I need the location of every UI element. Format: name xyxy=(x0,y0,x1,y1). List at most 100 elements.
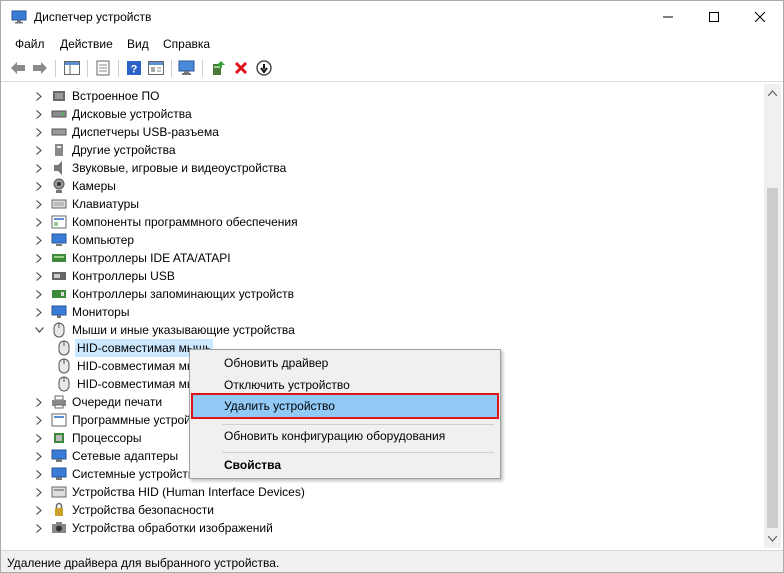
chevron-right-icon[interactable] xyxy=(34,429,44,447)
chevron-right-icon[interactable] xyxy=(34,141,44,159)
tree-item-label: Встроенное ПО xyxy=(72,89,160,103)
chevron-right-icon[interactable] xyxy=(34,483,44,501)
tree-category-row[interactable]: Системные устройства xyxy=(34,465,201,483)
tree-category-row[interactable]: Сетевые адаптеры xyxy=(34,447,178,465)
maximize-button[interactable] xyxy=(691,1,737,33)
tree-category-row[interactable]: Устройства HID (Human Interface Devices) xyxy=(34,483,305,501)
tree-category-row[interactable]: Компоненты программного обеспечения xyxy=(34,213,298,231)
network-adapter-icon xyxy=(51,448,67,464)
chevron-right-icon[interactable] xyxy=(34,123,44,141)
properties-button[interactable] xyxy=(93,59,113,77)
computer-icon xyxy=(51,232,67,248)
ctx-uninstall-device[interactable]: Удалить устройство xyxy=(191,393,499,419)
menu-help[interactable]: Справка xyxy=(163,37,210,51)
tree-category-row[interactable]: Устройства обработки изображений xyxy=(34,519,273,537)
tree-category-row[interactable]: Звуковые, игровые и видеоустройства xyxy=(34,159,286,177)
chevron-right-icon[interactable] xyxy=(34,303,44,321)
tree-item-label: Системные устройства xyxy=(72,467,201,481)
sound-icon xyxy=(51,160,67,176)
tree-category-row[interactable]: Процессоры xyxy=(34,429,142,447)
system-device-icon xyxy=(51,466,67,482)
tree-item-label: Мониторы xyxy=(72,305,130,319)
svg-text:?: ? xyxy=(131,64,138,76)
chevron-right-icon[interactable] xyxy=(34,447,44,465)
chevron-right-icon[interactable] xyxy=(34,411,44,429)
view-button[interactable] xyxy=(146,59,166,77)
tree-category-row[interactable]: Устройства безопасности xyxy=(34,501,214,519)
minimize-icon xyxy=(663,16,673,18)
menu-action[interactable]: Действие xyxy=(60,37,113,51)
tree-category-row[interactable]: Мониторы xyxy=(34,303,129,321)
title-bar[interactable]: Диспетчер устройств xyxy=(1,1,783,33)
uninstall-device-icon xyxy=(234,61,248,75)
chevron-right-icon[interactable] xyxy=(34,231,44,249)
ctx-update-driver[interactable]: Обновить драйвер xyxy=(192,352,498,374)
back-button[interactable] xyxy=(8,59,28,77)
tree-category-row[interactable]: Контроллеры запоминающих устройств xyxy=(34,285,294,303)
tree-category-row[interactable]: Диспетчеры USB-разъема xyxy=(34,123,219,141)
chevron-down-icon[interactable] xyxy=(34,321,44,339)
chevron-right-icon[interactable] xyxy=(34,249,44,267)
console-tree-button[interactable] xyxy=(62,59,82,77)
tree-category-row[interactable]: Встроенное ПО xyxy=(34,87,159,105)
tree-category-row[interactable]: Камеры xyxy=(34,177,116,195)
chevron-right-icon[interactable] xyxy=(34,213,44,231)
help-button[interactable]: ? xyxy=(124,59,144,77)
menu-view[interactable]: Вид xyxy=(127,37,149,51)
view-icon xyxy=(148,61,164,75)
camera-icon xyxy=(51,178,67,194)
chevron-right-icon[interactable] xyxy=(34,393,44,411)
forward-button[interactable] xyxy=(30,59,50,77)
mouse-icon xyxy=(56,358,72,374)
tree-category-row[interactable]: Очереди печати xyxy=(34,393,162,411)
tree-category-row[interactable]: Контроллеры IDE ATA/ATAPI xyxy=(34,249,231,267)
help-icon: ? xyxy=(127,61,141,76)
scroll-up-arrow-icon[interactable] xyxy=(768,90,777,96)
minimize-button[interactable] xyxy=(645,1,691,33)
other-devices-icon xyxy=(51,142,67,158)
scrollbar-thumb[interactable] xyxy=(767,188,778,528)
chevron-right-icon[interactable] xyxy=(34,105,44,123)
device-manager-window: Диспетчер устройств Файл Действие Вид Сп… xyxy=(0,0,784,573)
ctx-disable-device[interactable]: Отключить устройство xyxy=(192,374,498,396)
software-device-icon xyxy=(51,412,67,428)
tree-category-row[interactable]: Контроллеры USB xyxy=(34,267,175,285)
chevron-right-icon[interactable] xyxy=(34,87,44,105)
chevron-right-icon[interactable] xyxy=(34,159,44,177)
chevron-right-icon[interactable] xyxy=(34,501,44,519)
mouse-icon xyxy=(51,322,67,338)
tree-category-row[interactable]: Мыши и иные указывающие устройства xyxy=(34,321,295,339)
mouse-icon xyxy=(56,340,72,356)
update-driver-button[interactable] xyxy=(208,59,228,77)
tree-item-label: Контроллеры USB xyxy=(72,269,175,283)
close-button[interactable] xyxy=(737,1,783,33)
tree-item-label: Контроллеры запоминающих устройств xyxy=(72,287,294,301)
tree-category-row[interactable]: Другие устройства xyxy=(34,141,176,159)
chevron-right-icon[interactable] xyxy=(34,177,44,195)
processor-icon xyxy=(51,430,67,446)
ide-controller-icon xyxy=(51,250,67,266)
chevron-right-icon[interactable] xyxy=(34,285,44,303)
update-driver-icon xyxy=(213,61,225,75)
uninstall-device-button[interactable] xyxy=(231,59,251,77)
scan-hardware-button[interactable] xyxy=(177,59,197,77)
security-device-icon xyxy=(51,502,67,518)
disable-device-button[interactable] xyxy=(254,59,274,77)
tree-category-row[interactable]: Клавиатуры xyxy=(34,195,139,213)
chevron-right-icon[interactable] xyxy=(34,195,44,213)
toolbar-separator xyxy=(202,60,203,77)
ctx-properties[interactable]: Свойства xyxy=(192,454,498,476)
scroll-down-arrow-icon[interactable] xyxy=(768,536,777,542)
chevron-right-icon[interactable] xyxy=(34,267,44,285)
chevron-right-icon[interactable] xyxy=(34,519,44,537)
status-text: Удаление драйвера для выбранного устройс… xyxy=(7,556,280,570)
toolbar-separator xyxy=(55,60,56,77)
tree-category-row[interactable]: Компьютер xyxy=(34,231,134,249)
tree-category-row[interactable]: Дисковые устройства xyxy=(34,105,192,123)
menu-file[interactable]: Файл xyxy=(15,37,45,51)
show-hide-console-tree-icon xyxy=(64,61,80,75)
chevron-right-icon[interactable] xyxy=(34,465,44,483)
ctx-scan-hardware-changes[interactable]: Обновить конфигурацию оборудования xyxy=(192,425,498,447)
software-component-icon xyxy=(51,214,67,230)
disk-drive-icon xyxy=(51,106,67,122)
